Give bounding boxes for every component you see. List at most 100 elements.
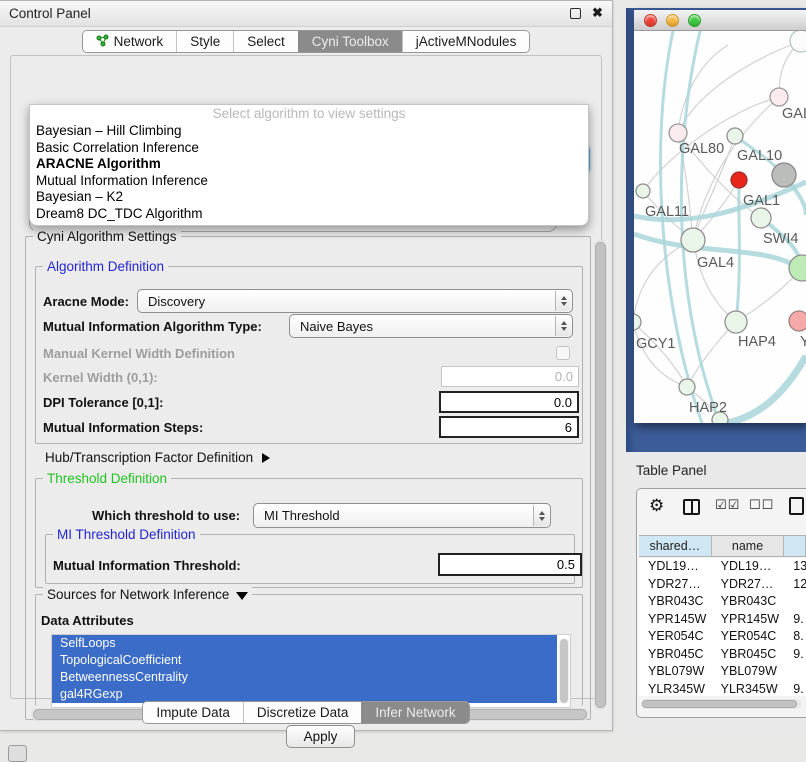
node-label-gal10: GAL10 — [737, 148, 782, 164]
which-threshold-label: Which threshold to use: — [92, 508, 240, 523]
network-edge-highlighted[interactable] — [681, 31, 720, 423]
columns-icon[interactable] — [683, 499, 700, 515]
table-cell: YDR27… — [712, 576, 785, 594]
apply-button[interactable]: Apply — [286, 725, 355, 748]
which-threshold-combo[interactable]: MI Threshold — [253, 503, 551, 528]
close-icon[interactable]: ✖ — [592, 5, 603, 21]
tab-select[interactable]: Select — [233, 31, 298, 52]
gear-icon[interactable]: ⚙ — [649, 496, 664, 516]
table-row[interactable]: YDR27…YDR27…12 — [639, 576, 806, 594]
table-horizontal-scrollbar[interactable] — [641, 699, 801, 709]
bottom-tab-infer-network[interactable]: Infer Network — [361, 702, 468, 723]
close-traffic-light-icon[interactable] — [644, 14, 657, 27]
dropdown-item-bayesian-hill-climbing[interactable]: Bayesian – Hill Climbing — [30, 123, 588, 140]
tab-jactivemnodules[interactable]: jActiveMNodules — [402, 31, 530, 52]
settings-vertical-scrollbar[interactable] — [594, 240, 607, 710]
zoom-traffic-light-icon[interactable] — [688, 14, 701, 27]
table-cell: 9. — [784, 646, 806, 664]
network-window-titlebar[interactable] — [634, 10, 806, 31]
attribute-item-selfloops[interactable]: SelfLoops — [52, 635, 557, 652]
table-cell: YBR045C — [712, 646, 785, 664]
network-node[interactable] — [669, 124, 687, 142]
network-node[interactable] — [725, 311, 747, 333]
table-rows: YDL19…YDL19…13YDR27…YDR27…12YBR043CYBR04… — [639, 558, 806, 696]
network-canvas[interactable]: GALGAL80GAL10GAL1GAL11SWI4GAL4GCY1HAP4YH… — [634, 31, 806, 423]
panel-title: Control Panel — [9, 6, 91, 21]
table-cell: 9. — [784, 611, 806, 629]
dropdown-placeholder: Select algorithm to view settings — [30, 105, 588, 123]
dropdown-item-bayesian-k2[interactable]: Bayesian – K2 — [30, 189, 588, 206]
column-header-shared-[interactable]: shared… — [639, 536, 712, 556]
node-label-gcy1: GCY1 — [636, 336, 676, 352]
data-attributes-list[interactable]: SelfLoopsTopologicalCoefficientBetweenne… — [51, 634, 571, 708]
dropdown-item-mutual-information-inference[interactable]: Mutual Information Inference — [30, 173, 588, 190]
dropdown-item-aracne-algorithm[interactable]: ARACNE Algorithm — [30, 156, 588, 173]
tab-cyni-toolbox[interactable]: Cyni Toolbox — [298, 31, 402, 52]
minimize-traffic-light-icon[interactable] — [666, 14, 679, 27]
network-node[interactable] — [634, 314, 641, 330]
network-node[interactable] — [770, 88, 788, 106]
cyni-toolbox-panel: galFiltered.sif default node Select algo… — [10, 55, 602, 699]
table-row[interactable]: YBR045CYBR045C9. — [639, 646, 806, 664]
mi-type-combo[interactable]: Naive Bayes — [289, 314, 573, 338]
unchecked-boxes-icon[interactable]: ☐☐ — [749, 498, 774, 513]
tab-network[interactable]: Network — [83, 31, 177, 52]
network-edge[interactable] — [634, 322, 687, 387]
column-header-2[interactable] — [784, 536, 806, 556]
aracne-mode-combo[interactable]: Discovery — [137, 289, 573, 313]
mi-type-label: Mutual Information Algorithm Type: — [43, 319, 262, 334]
attribute-item-betweennesscentrality[interactable]: BetweennessCentrality — [52, 669, 557, 686]
dpi-tolerance-field[interactable]: 0.0 — [439, 391, 579, 413]
manual-kernel-checkbox[interactable] — [556, 346, 570, 360]
table-cell: 13 — [784, 558, 806, 576]
table-row[interactable]: YER054CYER054C8. — [639, 628, 806, 646]
hub-definition-toggle[interactable]: Hub/Transcription Factor Definition — [45, 450, 270, 465]
node-label-gal4: GAL4 — [697, 255, 734, 271]
control-panel-tabs: NetworkStyleSelectCyni Toolbox jActiveMNo… — [82, 30, 531, 53]
network-node[interactable] — [789, 311, 806, 331]
dropdown-item-dream8-dc-tdc-algorithm[interactable]: Dream8 DC_TDC Algorithm — [30, 206, 588, 223]
file-icon[interactable] — [789, 497, 804, 515]
column-header-name[interactable]: name — [712, 536, 785, 556]
network-node[interactable] — [727, 128, 743, 144]
network-node[interactable] — [790, 31, 806, 52]
table-row[interactable]: YDL19…YDL19…13 — [639, 558, 806, 576]
network-node[interactable] — [679, 379, 695, 395]
kernel-width-field[interactable]: 0.0 — [441, 366, 579, 387]
tab-label: jActiveMNodules — [416, 34, 517, 49]
table-row[interactable]: YPR145WYPR145W9. — [639, 611, 806, 629]
float-window-icon[interactable] — [570, 8, 581, 19]
node-table: shared…name YDL19…YDL19…13YDR27…YDR27…12… — [639, 535, 806, 717]
collapsed-panel-icon[interactable] — [8, 745, 27, 762]
bottom-tab-discretize-data[interactable]: Discretize Data — [243, 702, 362, 723]
mi-threshold-field[interactable]: 0.5 — [438, 553, 582, 576]
table-row[interactable]: YBR043CYBR043C — [639, 593, 806, 611]
mi-steps-field[interactable]: 6 — [439, 416, 579, 438]
network-edge[interactable] — [634, 322, 687, 387]
node-label-y: Y — [800, 334, 806, 350]
network-node[interactable] — [772, 163, 796, 187]
bottom-tab-impute-data[interactable]: Impute Data — [143, 702, 243, 723]
table-cell: YDR27… — [639, 576, 712, 594]
network-node[interactable] — [731, 172, 747, 188]
table-row[interactable]: YBL079WYBL079W — [639, 663, 806, 681]
table-row[interactable]: YLR345WYLR345W9. — [639, 681, 806, 697]
sources-group-title[interactable]: Sources for Network Inference — [43, 587, 252, 602]
checked-boxes-icon[interactable]: ☑☑ — [715, 498, 740, 513]
network-node[interactable] — [681, 228, 705, 252]
dropdown-item-basic-correlation-inference[interactable]: Basic Correlation Inference — [30, 140, 588, 157]
attribute-item-topologicalcoefficient[interactable]: TopologicalCoefficient — [52, 652, 557, 669]
combo-stepper-icon — [555, 291, 571, 311]
algorithm-dropdown-popup: Select algorithm to view settings Bayesi… — [29, 104, 589, 226]
dropdown-items: Bayesian – Hill ClimbingBasic Correlatio… — [30, 123, 588, 222]
manual-kernel-label: Manual Kernel Width Definition — [43, 346, 235, 361]
tab-style[interactable]: Style — [176, 31, 233, 52]
list-vertical-scrollbar[interactable] — [559, 638, 569, 704]
network-node[interactable] — [751, 208, 771, 228]
network-node[interactable] — [789, 255, 806, 281]
network-node[interactable] — [636, 184, 650, 198]
mi-type-value: Naive Bayes — [300, 319, 373, 334]
network-view-window[interactable]: GALGAL80GAL10GAL1GAL11SWI4GAL4GCY1HAP4YH… — [634, 10, 806, 423]
mi-threshold-group-title: MI Threshold Definition — [53, 527, 200, 542]
network-edge-highlighted[interactable] — [728, 356, 806, 423]
